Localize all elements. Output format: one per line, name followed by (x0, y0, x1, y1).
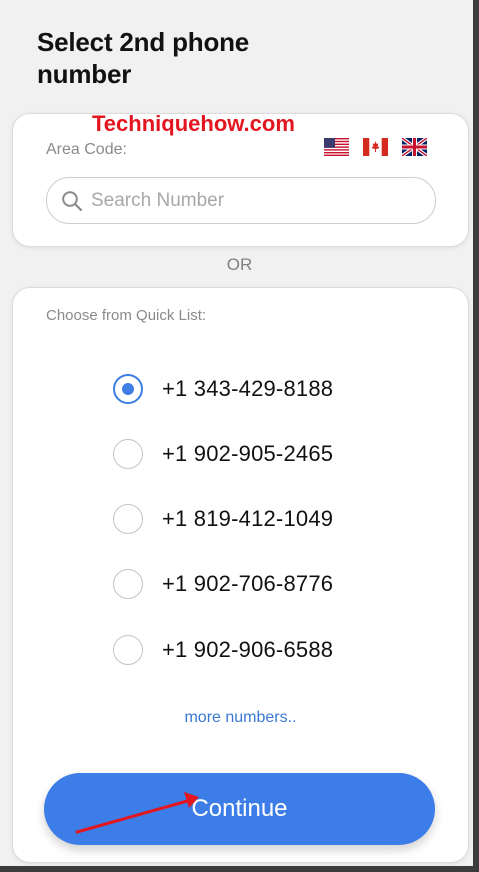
phone-number: +1 902-905-2465 (162, 441, 334, 466)
radio-unselected[interactable] (113, 504, 143, 534)
radio-unselected[interactable] (113, 569, 143, 599)
search-icon (62, 190, 83, 211)
more-numbers-link[interactable]: more numbers.. (13, 709, 468, 727)
continue-button[interactable]: Continue (44, 773, 435, 845)
phone-option[interactable]: +1 902-905-2465 (113, 436, 433, 472)
phone-number: +1 343-429-8188 (162, 376, 334, 401)
search-placeholder: Search Number (91, 189, 225, 211)
country-flags (324, 138, 427, 156)
us-flag-icon[interactable] (324, 138, 349, 156)
gb-flag-icon[interactable] (402, 138, 427, 156)
search-number-input[interactable]: Search Number (46, 177, 436, 224)
phone-number: +1 819-412-1049 (162, 506, 334, 531)
phone-number: +1 902-706-8776 (162, 571, 334, 596)
area-code-label: Area Code: (46, 141, 127, 158)
phone-option[interactable]: +1 902-706-8776 (113, 566, 433, 602)
phone-option[interactable]: +1 902-906-6588 (113, 632, 433, 668)
phone-option[interactable]: +1 819-412-1049 (113, 501, 433, 537)
radio-dot (122, 383, 134, 395)
or-separator: OR (226, 255, 253, 274)
radio-selected[interactable] (113, 374, 143, 404)
quick-list-card: Choose from Quick List: +1 343-429-8188 … (12, 287, 469, 863)
radio-unselected[interactable] (113, 635, 143, 665)
phone-number: +1 902-906-6588 (162, 637, 334, 662)
radio-unselected[interactable] (113, 439, 143, 469)
ca-flag-icon[interactable] (363, 138, 388, 156)
app-screen: Select 2nd phone number Area Code: Searc… (0, 0, 479, 872)
phone-option[interactable]: +1 343-429-8188 (113, 371, 433, 407)
quick-list-label: Choose from Quick List: (46, 307, 207, 324)
page-title: Select 2nd phone number (37, 27, 250, 89)
watermark: Techniquehow.com (92, 111, 295, 136)
